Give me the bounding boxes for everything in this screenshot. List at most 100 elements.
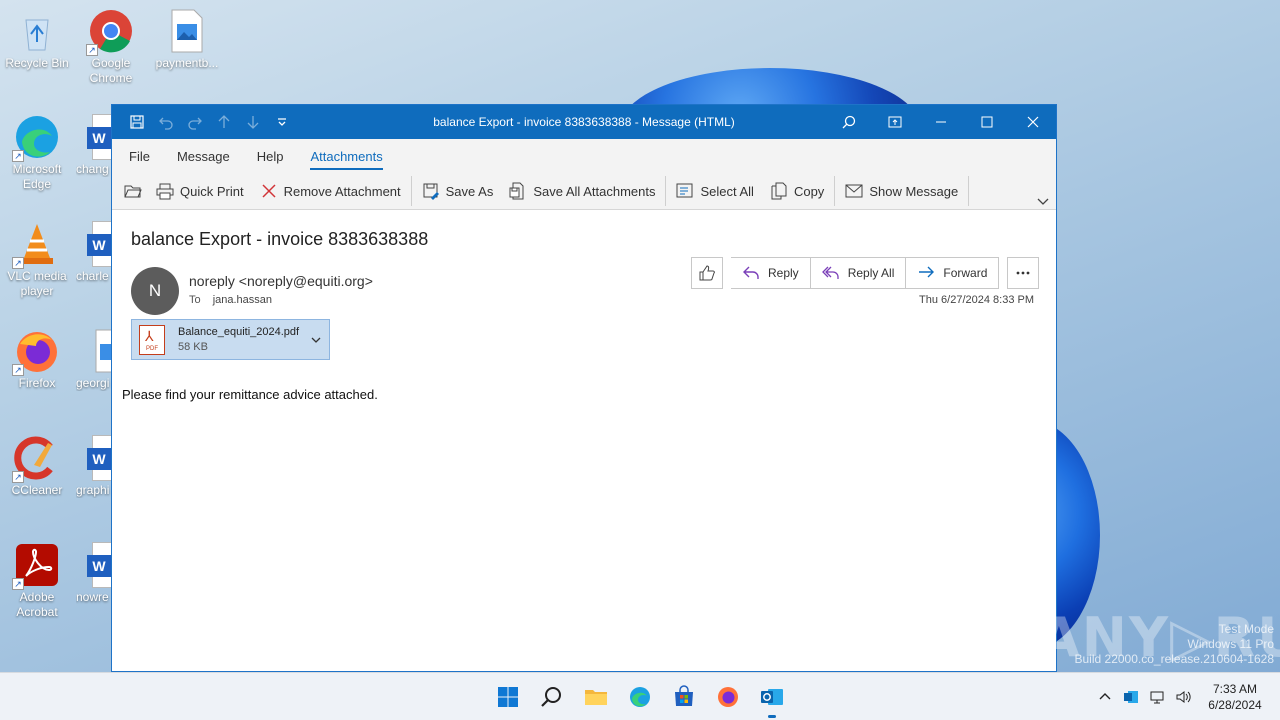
search-icon bbox=[541, 687, 561, 707]
desktop-icon-charle[interactable]: W charle bbox=[76, 221, 112, 284]
save-all-icon bbox=[509, 182, 524, 200]
close-button[interactable] bbox=[1010, 105, 1056, 139]
word-doc-icon: W bbox=[87, 221, 112, 267]
firefox-icon: ↗ bbox=[12, 328, 60, 376]
more-icon bbox=[1016, 271, 1030, 275]
shortcut-arrow-icon: ↗ bbox=[12, 364, 24, 376]
start-button[interactable] bbox=[486, 673, 530, 720]
more-actions-button[interactable] bbox=[1007, 257, 1040, 289]
network-icon[interactable] bbox=[1144, 673, 1170, 720]
volume-icon[interactable] bbox=[1170, 673, 1196, 720]
tab-attachments[interactable]: Attachments bbox=[310, 143, 383, 170]
desktop-icon-edge[interactable]: ↗ Microsoft Edge bbox=[2, 114, 72, 192]
word-doc-icon: W bbox=[87, 435, 112, 481]
recycle-bin-icon bbox=[14, 8, 60, 54]
desktop-icon-recycle-bin[interactable]: Recycle Bin bbox=[2, 8, 72, 71]
tab-file[interactable]: File bbox=[129, 143, 150, 170]
select-all-button[interactable]: Select All bbox=[668, 176, 761, 206]
show-hidden-icons-button[interactable] bbox=[1092, 673, 1118, 720]
desktop-icon-paymentb[interactable]: paymentb... bbox=[152, 8, 222, 71]
quick-print-button[interactable]: Quick Print bbox=[148, 176, 252, 206]
copy-button[interactable]: Copy bbox=[762, 176, 832, 206]
to-label: To bbox=[189, 294, 201, 306]
save-as-button[interactable]: Save As bbox=[414, 176, 502, 206]
attachment-name: Balance_equiti_2024.pdf bbox=[178, 326, 300, 338]
vlc-icon: ↗ bbox=[12, 221, 60, 269]
ribbon-divider bbox=[665, 176, 667, 206]
desktop-icon-chrome[interactable]: ↗ Google Chrome bbox=[76, 8, 146, 86]
taskbar-store[interactable] bbox=[662, 673, 706, 720]
desktop-icon-ccleaner[interactable]: ↗ CCleaner bbox=[2, 435, 72, 498]
outlook-message-window: balance Export - invoice 8383638388 - Me… bbox=[111, 104, 1057, 672]
edge-icon: ↗ bbox=[12, 114, 60, 162]
open-folder-icon bbox=[124, 185, 142, 198]
image-file-icon bbox=[92, 328, 112, 374]
windows-logo-icon bbox=[498, 687, 518, 707]
shortcut-arrow-icon: ↗ bbox=[86, 44, 98, 56]
shortcut-arrow-icon: ↗ bbox=[12, 471, 24, 483]
forward-icon bbox=[919, 266, 935, 278]
desktop-icon-acrobat[interactable]: ↗ Adobe Acrobat bbox=[2, 542, 72, 620]
like-button[interactable] bbox=[691, 257, 723, 289]
save-icon[interactable] bbox=[122, 105, 151, 139]
reply-all-icon bbox=[821, 266, 839, 279]
arrow-up-icon[interactable] bbox=[209, 105, 238, 139]
redo-icon[interactable] bbox=[180, 105, 209, 139]
show-message-button[interactable]: Show Message bbox=[837, 176, 966, 206]
tab-message[interactable]: Message bbox=[177, 143, 230, 170]
taskbar-firefox[interactable] bbox=[706, 673, 750, 720]
open-button[interactable] bbox=[122, 176, 148, 206]
clock[interactable]: 7:33 AM 6/28/2024 bbox=[1196, 681, 1274, 713]
image-file-icon bbox=[164, 8, 210, 54]
remove-icon bbox=[262, 184, 276, 198]
taskbar-search-button[interactable] bbox=[530, 673, 574, 720]
envelope-icon bbox=[845, 184, 863, 198]
ribbon-display-options-icon[interactable] bbox=[872, 105, 918, 139]
desktop-icon-georgi[interactable]: georgi bbox=[76, 328, 112, 391]
avatar[interactable]: N bbox=[131, 267, 179, 315]
minimize-button[interactable] bbox=[918, 105, 964, 139]
desktop-icon-vlc[interactable]: ↗ VLC media player bbox=[2, 221, 72, 299]
desktop-icon-chang[interactable]: W chang bbox=[76, 114, 112, 177]
select-all-icon bbox=[676, 183, 693, 198]
chevron-up-icon bbox=[1099, 693, 1111, 700]
printer-icon bbox=[156, 183, 174, 200]
arrow-down-icon[interactable] bbox=[238, 105, 267, 139]
reply-button[interactable]: Reply bbox=[731, 257, 811, 289]
save-as-icon bbox=[423, 183, 439, 200]
reply-all-button[interactable]: Reply All bbox=[810, 257, 907, 289]
taskbar-outlook[interactable] bbox=[750, 673, 794, 720]
maximize-button[interactable] bbox=[964, 105, 1010, 139]
sender-name[interactable]: noreply <noreply@equiti.org> bbox=[189, 273, 373, 289]
word-doc-icon: W bbox=[87, 542, 112, 588]
forward-button[interactable]: Forward bbox=[906, 257, 1000, 289]
desktop-icon-nowre[interactable]: W nowre bbox=[76, 542, 112, 605]
remove-attachment-button[interactable]: Remove Attachment bbox=[252, 176, 409, 206]
ribbon-collapse-icon[interactable] bbox=[1036, 197, 1050, 207]
reply-icon bbox=[743, 266, 759, 279]
outlook-icon bbox=[1124, 691, 1138, 703]
tray-outlook[interactable] bbox=[1118, 673, 1144, 720]
shortcut-arrow-icon: ↗ bbox=[12, 257, 24, 269]
recipient-name[interactable]: jana.hassan bbox=[213, 294, 272, 306]
taskbar-edge[interactable] bbox=[618, 673, 662, 720]
edge-icon bbox=[630, 687, 650, 707]
ribbon-toolbar: Quick Print Remove Attachment Save As Sa… bbox=[112, 173, 1056, 210]
undo-icon[interactable] bbox=[151, 105, 180, 139]
search-icon[interactable] bbox=[826, 105, 872, 139]
attachment-card[interactable]: ⅄ PDF Balance_equiti_2024.pdf 58 KB bbox=[131, 319, 330, 360]
save-all-attachments-button[interactable]: Save All Attachments bbox=[501, 176, 663, 206]
title-bar[interactable]: balance Export - invoice 8383638388 - Me… bbox=[112, 105, 1056, 139]
chevron-down-icon[interactable] bbox=[311, 335, 321, 345]
windows-watermark: Test Mode Windows 11 Pro Build 22000.co_… bbox=[1074, 622, 1275, 666]
taskbar-file-explorer[interactable] bbox=[574, 673, 618, 720]
chrome-icon: ↗ bbox=[86, 8, 134, 56]
ribbon-tabs: File Message Help Attachments bbox=[112, 139, 1056, 173]
desktop-icon-graphi[interactable]: W graphi bbox=[76, 435, 112, 498]
customize-toolbar-icon[interactable] bbox=[267, 105, 296, 139]
tab-help[interactable]: Help bbox=[257, 143, 284, 170]
desktop-icon-firefox[interactable]: ↗ Firefox bbox=[2, 328, 72, 391]
store-icon bbox=[675, 685, 693, 706]
message-date: Thu 6/27/2024 8:33 PM bbox=[919, 294, 1034, 306]
system-tray: 7:33 AM 6/28/2024 bbox=[1092, 673, 1280, 720]
